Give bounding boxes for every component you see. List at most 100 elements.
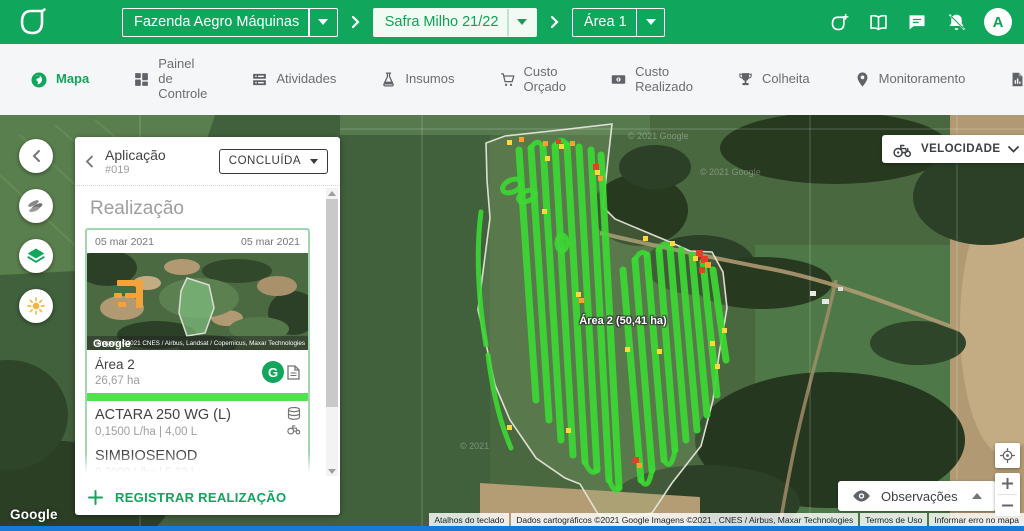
map-tool-buttons <box>19 139 53 323</box>
tab-custo-orcado[interactable]: Custo Orçado <box>499 65 567 95</box>
area-size: 26,67 ha <box>95 375 140 387</box>
end-date: 05 mar 2021 <box>241 236 300 248</box>
my-location-button[interactable] <box>995 443 1020 468</box>
tab-mapa[interactable]: Mapa <box>30 71 89 89</box>
user-avatar[interactable]: A <box>984 8 1012 36</box>
product-dose: 0,1500 L/ha | 4,00 L <box>95 426 231 438</box>
panel-body: Realização 05 mar 2021 05 mar 2021 <box>75 186 340 479</box>
tab-label: Mapa <box>56 72 89 87</box>
top-bar: Fazenda Aegro Máquinas Safra Milho 21/22… <box>0 0 1024 44</box>
geo-badge: G <box>262 361 284 383</box>
field-area-label: Área 2 (50,41 ha) <box>558 315 688 327</box>
product-dose: 0,2000 L/ha | 5,33 L <box>95 467 197 479</box>
selected-indicator-bar <box>87 393 308 401</box>
area-selector-label: Área 1 <box>573 9 636 36</box>
product-name: SIMBIOSENOD <box>95 448 197 464</box>
realization-card[interactable]: 05 mar 2021 05 mar 2021 <box>85 228 310 479</box>
thumb-attribution: Imagens ©2021 CNES / Airbus, Landsat / C… <box>96 339 305 347</box>
tractor-icon <box>286 422 302 435</box>
chevron-down-icon <box>637 9 664 36</box>
flask-icon <box>380 71 397 88</box>
chevron-down-icon <box>310 159 318 164</box>
top-bar-actions: A <box>828 8 1024 36</box>
tab-label: Atividades <box>276 72 336 87</box>
tractor-icon <box>892 140 913 158</box>
section-title: Realização <box>90 198 340 220</box>
breadcrumb-chevron-icon <box>550 15 559 29</box>
farm-selector-label: Fazenda Aegro Máquinas <box>123 9 308 36</box>
stock-database-icon <box>287 407 301 420</box>
tab-label: Monitoramento <box>879 72 966 87</box>
velocity-layer-button[interactable]: VELOCIDADE <box>882 135 1024 163</box>
tab-label: Colheita <box>762 72 810 87</box>
seeds-icon <box>26 196 46 216</box>
report-map-error-link[interactable]: Informar erro no mapa <box>929 513 1024 526</box>
sun-icon <box>26 296 46 316</box>
aegro-logo[interactable] <box>0 7 66 37</box>
chevron-left-icon <box>31 149 41 163</box>
plus-icon <box>88 490 103 505</box>
observations-button[interactable]: Observações <box>838 481 996 511</box>
layers-tool-button[interactable] <box>19 239 53 273</box>
tab-label: Custo Realizado <box>635 65 693 95</box>
status-dropdown[interactable]: CONCLUÍDA <box>219 149 328 174</box>
panel-title: Aplicação <box>105 147 166 163</box>
report-chart-icon <box>1009 71 1024 88</box>
product-row[interactable]: SIMBIOSENOD 0,2000 L/ha | 5,33 L <box>87 442 308 479</box>
season-selector[interactable]: Safra Milho 21/22 <box>373 8 537 37</box>
chevron-down-icon <box>509 9 536 36</box>
back-button[interactable] <box>85 155 101 168</box>
tab-painel-de-controle[interactable]: Painel de Controle <box>133 57 207 102</box>
minus-icon <box>1001 499 1014 512</box>
crosshair-icon <box>999 447 1016 464</box>
field-thumbnail-map: Google Imagens ©2021 CNES / Airbus, Land… <box>87 253 308 350</box>
breadcrumb-chevron-icon <box>351 15 360 29</box>
chat-icon[interactable] <box>906 11 928 33</box>
map-pin-icon <box>854 71 871 88</box>
keyboard-shortcuts-link[interactable]: Atalhos do teclado <box>429 513 509 526</box>
scroll-up-arrow[interactable] <box>326 188 338 198</box>
document-icon <box>287 365 300 380</box>
chevron-down-icon <box>310 9 337 36</box>
area-selector[interactable]: Área 1 <box>572 8 665 37</box>
plus-icon <box>1001 477 1014 490</box>
start-date: 05 mar 2021 <box>95 236 154 248</box>
season-selector-label: Safra Milho 21/22 <box>374 9 508 36</box>
scroll-down-arrow[interactable] <box>326 466 338 476</box>
trophy-icon <box>737 71 754 88</box>
eye-icon <box>852 489 871 503</box>
tab-colheita[interactable]: Colheita <box>737 71 810 88</box>
tab-insumos[interactable]: Insumos <box>380 71 454 88</box>
map-data-attribution: Dados cartográficos ©2021 Google Imagens… <box>511 513 858 526</box>
seeds-tool-button[interactable] <box>19 189 53 223</box>
tab-label: Insumos <box>405 72 454 87</box>
farm-selector[interactable]: Fazenda Aegro Máquinas <box>122 8 338 37</box>
scrollbar-thumb[interactable] <box>326 199 338 407</box>
tab-atividades[interactable]: Atividades <box>251 71 336 88</box>
collapse-panel-button[interactable] <box>19 139 53 173</box>
main-nav: Mapa Painel de Controle Atividades <box>0 44 1024 115</box>
knowledge-book-icon[interactable] <box>867 11 889 33</box>
register-realization-button[interactable]: REGISTRAR REALIZAÇÃO <box>75 479 340 515</box>
panel-header: Aplicação #019 CONCLUÍDA <box>75 137 340 186</box>
activity-list-icon <box>251 71 268 88</box>
tab-monitoramento[interactable]: Monitoramento <box>854 71 966 88</box>
zoom-in-button[interactable] <box>995 473 1020 494</box>
add-record-icon[interactable] <box>828 11 850 33</box>
chevron-down-icon <box>1008 146 1019 153</box>
velocity-button-label: VELOCIDADE <box>921 143 1000 155</box>
tab-custo-realizado[interactable]: Custo Realizado <box>610 65 693 95</box>
tab-label: Painel de Controle <box>158 57 207 102</box>
map-canvas[interactable]: © 2021 Google © 2021 Google © 2021 Área … <box>0 115 1024 526</box>
tab-indicadores-relatorios[interactable]: Indicadores e Relatórios <box>1009 57 1024 102</box>
panel-scrollbar[interactable] <box>326 188 338 476</box>
application-panel: Aplicação #019 CONCLUÍDA Realização 05 m… <box>75 137 340 515</box>
product-row[interactable]: ACTARA 250 WG (L) 0,1500 L/ha | 4,00 L <box>87 401 308 442</box>
globe-icon <box>30 71 48 89</box>
svg-text:© 2021 Google: © 2021 Google <box>700 167 761 177</box>
notifications-off-icon[interactable] <box>945 11 967 33</box>
area-summary-row[interactable]: Área 2 26,67 ha G <box>87 350 308 393</box>
money-icon <box>610 71 627 88</box>
weather-tool-button[interactable] <box>19 289 53 323</box>
terms-link[interactable]: Termos de Uso <box>860 513 927 526</box>
